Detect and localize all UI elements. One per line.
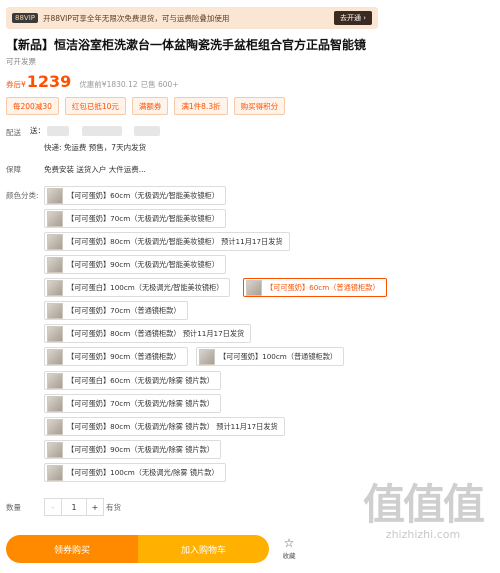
sku-thumbnail xyxy=(47,187,63,204)
buy-now-button[interactable]: 领券购买 xyxy=(6,535,138,563)
sku-thumbnail xyxy=(47,325,63,342)
sku-option[interactable]: 【可可蛋奶】90cm（无极调光/除雾 镜片款） xyxy=(44,440,221,459)
quantity-stepper: - 1 + xyxy=(44,498,104,516)
star-outline-icon: ☆ xyxy=(283,536,295,550)
promo-tag[interactable]: 每200减30 xyxy=(6,97,59,115)
sku-option[interactable]: 【可可蛋白】100cm（无极调光/智能美妆镜柜） xyxy=(44,278,231,297)
delivery-label: 配送 xyxy=(6,128,21,137)
delivery-prefix: 送： xyxy=(30,126,45,135)
sku-thumbnail xyxy=(47,210,63,227)
guarantee-value[interactable]: 免费安装 送货入户 大件运费... xyxy=(44,164,146,175)
invoice-note: 可开发票 xyxy=(6,57,36,66)
watermark: 值值值 zhizhizhi.com xyxy=(348,480,498,542)
price-prefix: 券后¥ xyxy=(6,80,26,89)
vip-activate-button[interactable]: 去开通 › xyxy=(333,11,372,25)
sku-option[interactable]: 【可可蛋奶】70cm（无极调光/智能美妆镜柜） xyxy=(44,209,226,228)
promo-tag[interactable]: 满1件8.3折 xyxy=(174,97,228,115)
favorite-label: 收藏 xyxy=(282,552,296,560)
add-to-cart-button[interactable]: 加入购物车 xyxy=(138,535,269,563)
sku-thumbnail xyxy=(47,418,63,435)
sku-thumbnail xyxy=(246,279,262,296)
sku-thumbnail xyxy=(199,348,215,365)
price-row: 券后¥ 1239 优惠前¥1830.12 已售 600+ xyxy=(6,72,179,91)
sku-thumbnail xyxy=(47,279,63,296)
redacted-address xyxy=(81,126,122,136)
delivery-address[interactable]: 送： xyxy=(30,125,161,136)
stock-status: 有货 xyxy=(106,503,121,512)
sku-option[interactable]: 【可可蛋奶】90cm（无极调光/智能美妆镜柜） xyxy=(44,255,226,274)
sku-option[interactable]: 【可可蛋奶】80cm（无极调光/智能美妆镜柜） 预计11月17日发货 xyxy=(44,232,290,251)
sku-thumbnail xyxy=(47,302,63,319)
promo-tag[interactable]: 购买得积分 xyxy=(233,97,286,115)
sku-thumbnail xyxy=(47,395,63,412)
product-title: 【新品】恒洁浴室柜洗漱台一体盆陶瓷洗手盆柜组合官方正品智能镜 xyxy=(6,38,367,52)
sku-option[interactable]: 【可可蛋白】60cm（无极调光/除雾 镜片款） xyxy=(44,371,221,390)
sku-thumbnail xyxy=(47,464,63,481)
sku-thumbnail xyxy=(47,233,63,250)
vip-badge: 88VIP xyxy=(12,13,38,23)
sku-thumbnail xyxy=(47,256,63,273)
quantity-label: 数量 xyxy=(6,503,21,512)
sku-option-selected[interactable]: 【可可蛋奶】60cm（普通镜柜款） xyxy=(243,278,387,297)
sku-option[interactable]: 【可可蛋奶】100cm（无极调光/除雾 镜片款） xyxy=(44,463,226,482)
favorite-button[interactable]: ☆ 收藏 xyxy=(276,536,302,560)
sku-thumbnail xyxy=(47,372,63,389)
redacted-address xyxy=(47,126,70,136)
original-price: 优惠前¥1830.12 xyxy=(79,80,138,89)
vip-banner-text: 开88VIP可享全年无限次免费退货，可与运费险叠加使用 xyxy=(42,13,230,23)
guarantee-label: 保障 xyxy=(6,165,21,174)
delivery-details: 快递: 免运费 预售，7天内发货 xyxy=(44,143,147,152)
promo-tags: 每200减30 红包已抵10元 满额券 满1件8.3折 购买得积分 xyxy=(6,97,286,115)
sku-thumbnail xyxy=(47,441,63,458)
sku-option[interactable]: 【可可蛋奶】100cm（普通镜柜款） xyxy=(196,347,345,366)
vip-banner: 88VIP 开88VIP可享全年无限次免费退货，可与运费险叠加使用 去开通 › xyxy=(6,7,378,29)
sku-option[interactable]: 【可可蛋奶】60cm（无极调光/智能美妆镜柜） xyxy=(44,186,226,205)
sku-option[interactable]: 【可可蛋奶】70cm（无极调光/除雾 镜片款） xyxy=(44,394,221,413)
sold-count: 已售 600+ xyxy=(140,80,179,89)
color-category-label: 颜色分类: xyxy=(6,191,39,200)
promo-tag[interactable]: 满额券 xyxy=(131,97,169,115)
redacted-address xyxy=(134,126,161,136)
sku-option[interactable]: 【可可蛋奶】70cm（普通镜柜款） xyxy=(44,301,188,320)
quantity-increment-button[interactable]: + xyxy=(87,499,103,515)
watermark-url: zhizhizhi.com xyxy=(385,528,461,541)
quantity-input[interactable]: 1 xyxy=(61,499,87,515)
sku-option[interactable]: 【可可蛋奶】90cm（普通镜柜款） xyxy=(44,347,188,366)
watermark-logo: 值值值 xyxy=(362,480,485,529)
sku-thumbnail xyxy=(47,348,63,365)
price: 1239 xyxy=(26,72,72,91)
promo-tag[interactable]: 红包已抵10元 xyxy=(64,97,126,115)
sku-option[interactable]: 【可可蛋奶】80cm（无极调光/除雾 镜片款） 预计11月17日发货 xyxy=(44,417,285,436)
sku-option[interactable]: 【可可蛋奶】80cm（普通镜柜款） 预计11月17日发货 xyxy=(44,324,252,343)
quantity-decrement-button[interactable]: - xyxy=(45,499,61,515)
